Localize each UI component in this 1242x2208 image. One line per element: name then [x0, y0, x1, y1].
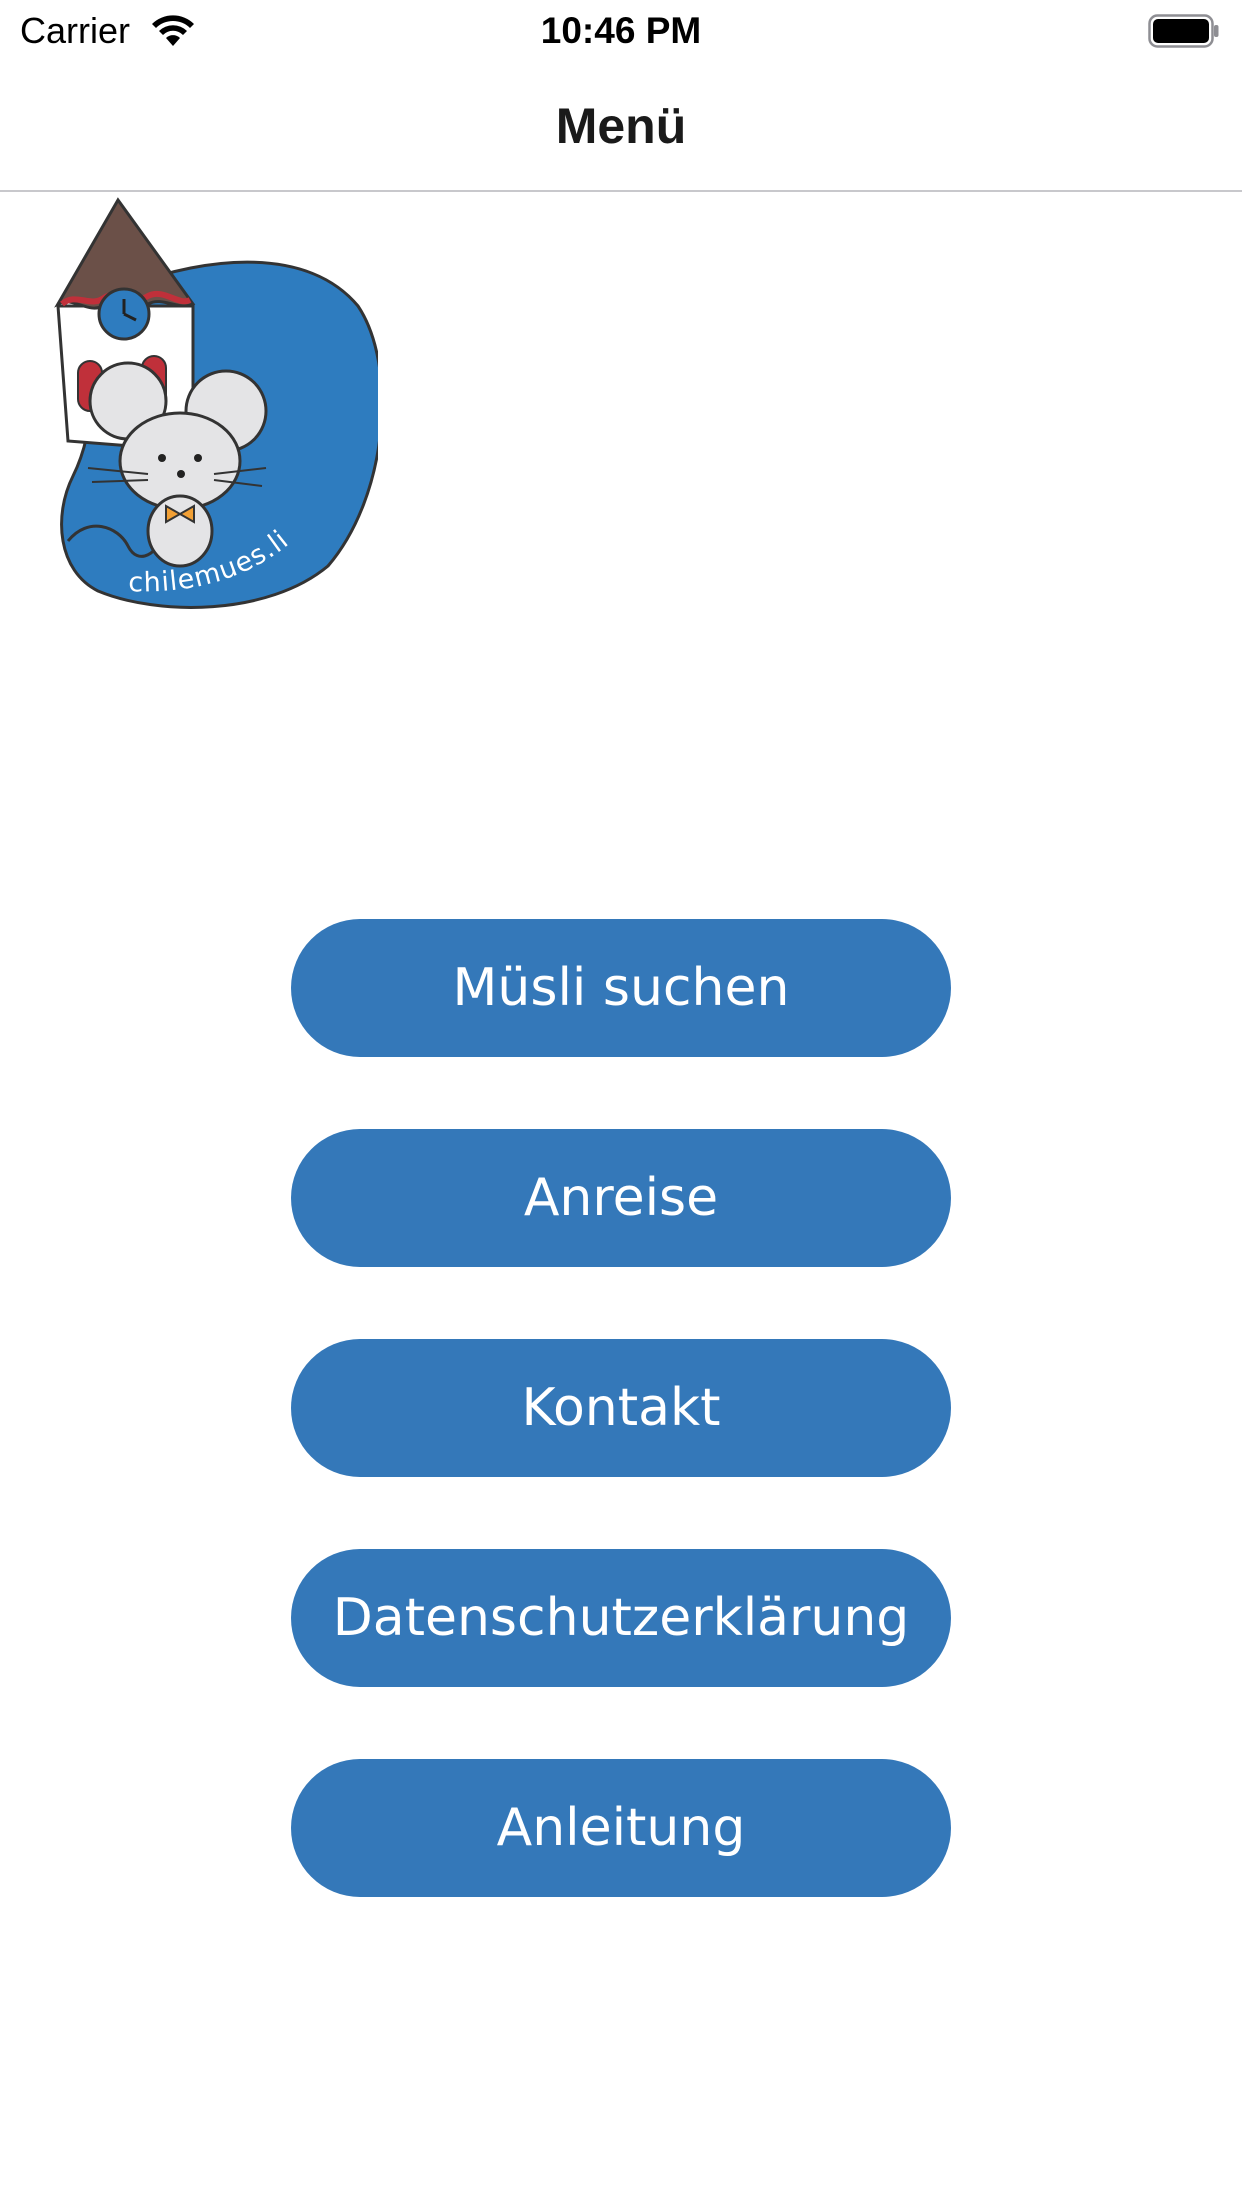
anreise-button[interactable]: Anreise — [291, 1129, 951, 1267]
kontakt-button[interactable]: Kontakt — [291, 1339, 951, 1477]
page-title: Menü — [555, 98, 687, 154]
app-logo: chilemues.li — [48, 196, 384, 616]
status-bar: Carrier 10:46 PM — [0, 0, 1242, 60]
navigation-bar: Menü — [0, 60, 1242, 192]
datenschutz-button[interactable]: Datenschutzerklärung — [291, 1549, 951, 1687]
musli-suchen-button[interactable]: Müsli suchen — [291, 919, 951, 1057]
main-menu: Müsli suchen Anreise Kontakt Datenschutz… — [291, 919, 951, 1969]
anleitung-button[interactable]: Anleitung — [291, 1759, 951, 1897]
status-time: 10:46 PM — [540, 10, 702, 51]
battery-icon — [1148, 14, 1220, 48]
